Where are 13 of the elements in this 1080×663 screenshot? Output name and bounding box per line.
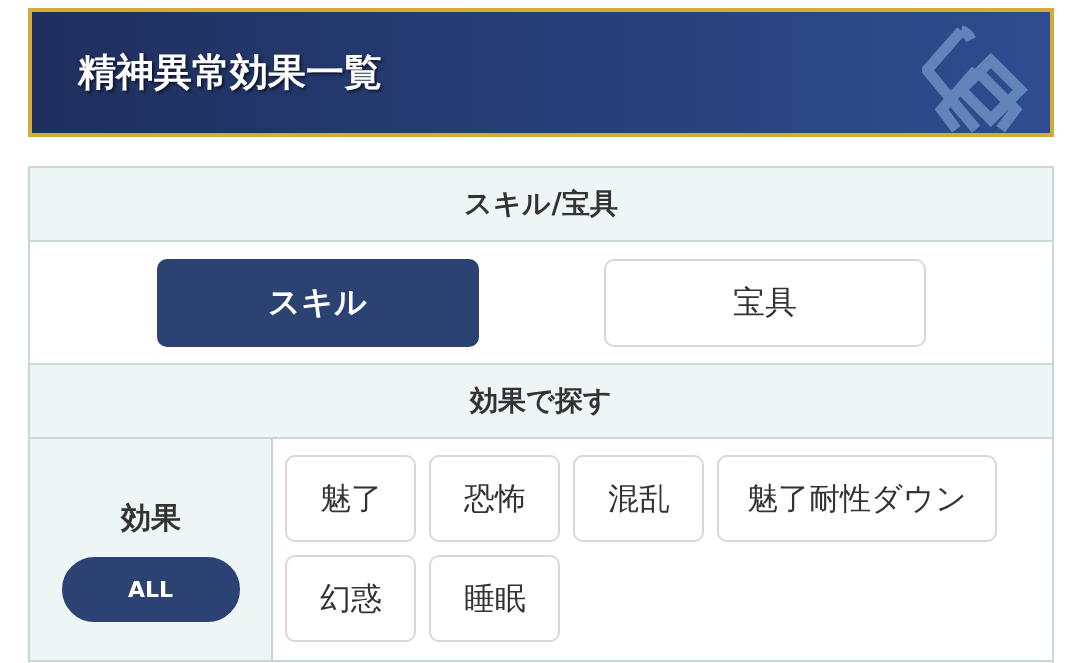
row-label: 効果 [120,498,181,537]
effect-tag-button[interactable]: 恐怖 [429,455,560,542]
section-heading: 効果で探す [30,365,1052,439]
type-toggle-button[interactable]: スキル [156,258,479,347]
section-heading: スキル/宝具 [30,168,1052,242]
all-button[interactable]: ALL [61,556,240,622]
type-toggle-button[interactable]: 宝具 [603,258,926,347]
effect-tag-button[interactable]: 睡眠 [429,555,560,642]
effect-tag-button[interactable]: 混乱 [573,455,704,542]
effect-tag-button[interactable]: 幻惑 [285,555,416,642]
effect-tag-button[interactable]: 魅了耐性ダウン [717,455,997,542]
effect-tag-button[interactable]: 魅了 [285,455,416,542]
page-title: 精神異常効果一覧 [78,49,382,96]
